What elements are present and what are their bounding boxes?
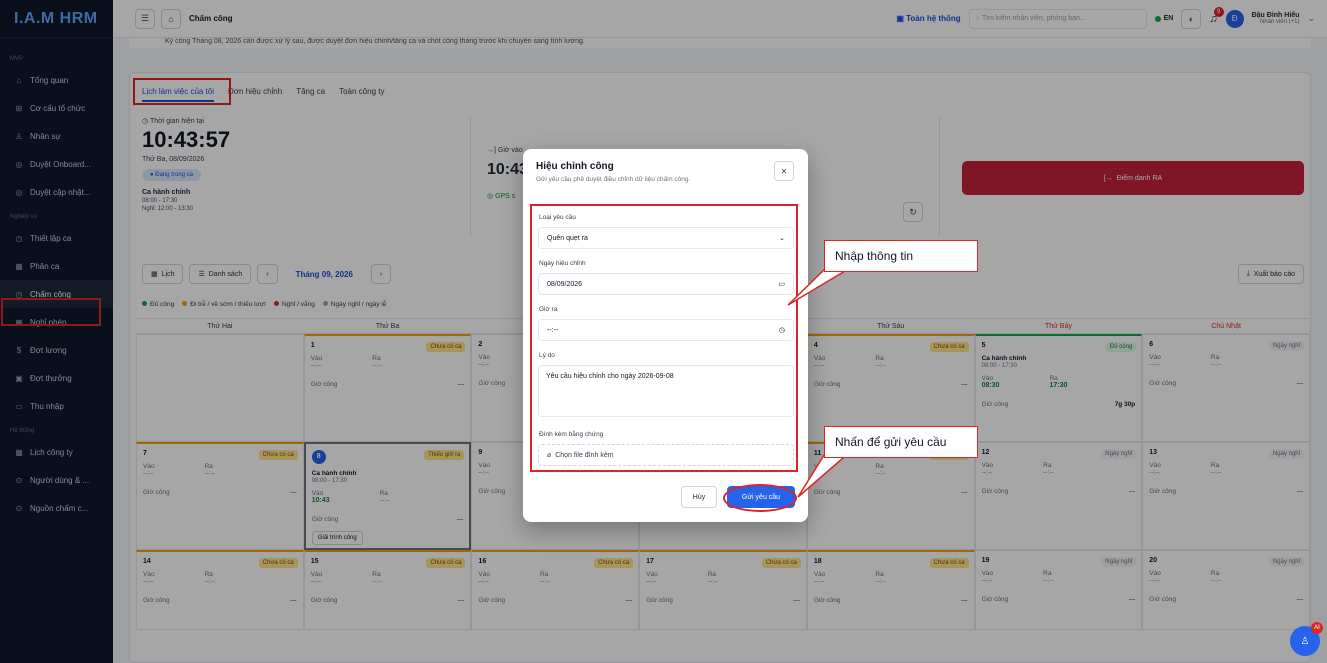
cancel-button[interactable]: Hủy [681,486,717,508]
checkout-time-input[interactable]: --:-- ◷ [538,319,794,341]
type-label: Loại yêu cầu [539,214,576,221]
time-label: Giờ ra [539,306,558,313]
chevron-down-icon: ⌄ [779,235,785,242]
attach-label: Đính kèm bằng chứng [539,431,604,438]
request-type-select[interactable]: Quên quẹt ra ⌄ [538,227,794,249]
clock-icon: ◷ [778,327,785,334]
modal-title: Hiệu chỉnh công [536,161,614,172]
modal-subtitle: Gửi yêu cầu phê duyệt điều chỉnh dữ liệu… [536,176,691,183]
modal-form-highlight: Loại yêu cầu Quên quẹt ra ⌄ Ngày hiệu chỉ… [530,204,798,472]
correction-date-input[interactable]: 08/09/2026 ▭ [538,273,794,295]
ai-badge: AI [1311,622,1323,634]
robot-icon: ♙ [1300,635,1310,647]
correction-modal: Hiệu chỉnh công Gửi yêu cầu phê duyệt đi… [523,149,808,522]
paperclip-icon: ⌀ [547,452,552,459]
reason-textarea[interactable]: Yêu cầu hiệu chỉnh cho ngày 2026-09-08 [538,365,794,417]
date-label: Ngày hiệu chỉnh [539,260,586,267]
attach-file-button[interactable]: ⌀ Chọn file đính kèm [538,444,794,466]
calendar-icon: ▭ [778,281,785,288]
modal-close-button[interactable]: ✕ [774,161,794,181]
callout-input-info: Nhập thông tin [824,240,978,272]
reason-label: Lý do [539,352,555,359]
submit-highlight-ring [723,484,797,512]
close-icon: ✕ [780,166,788,176]
callout-submit: Nhấn để gửi yêu cầu [824,426,978,458]
